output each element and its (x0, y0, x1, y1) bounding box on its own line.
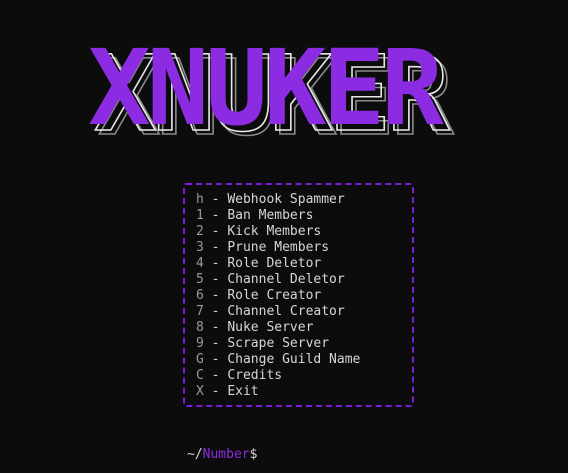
menu-item[interactable]: 5 - Channel Deletor (196, 272, 360, 288)
menu-item-key: h (196, 192, 204, 207)
menu-item[interactable]: 4 - Role Deletor (196, 256, 360, 272)
menu-item-label: Scrape Server (227, 336, 330, 351)
menu-item-label: Role Creator (227, 288, 322, 303)
logo-graphic: XNUKER XNUKER XNUKER (88, 40, 459, 140)
menu-item-label: Role Deletor (227, 256, 322, 271)
menu-item-label: Channel Creator (227, 304, 345, 319)
menu-item-key: 5 (196, 272, 204, 287)
menu-item-separator: - (203, 336, 228, 351)
menu-item[interactable]: 9 - Scrape Server (196, 336, 360, 352)
menu-item-key: 3 (196, 240, 204, 255)
menu-item[interactable]: 8 - Nuke Server (196, 320, 360, 336)
command-prompt[interactable]: ~/Number$ (187, 447, 257, 463)
prompt-suffix: $ (249, 447, 258, 462)
menu-item[interactable]: h - Webhook Spammer (196, 192, 360, 208)
menu-item-label: Webhook Spammer (227, 192, 345, 207)
menu-item[interactable]: 3 - Prune Members (196, 240, 360, 256)
menu-item[interactable]: 1 - Ban Members (196, 208, 360, 224)
menu-item-separator: - (203, 256, 228, 271)
menu-item-separator: - (203, 272, 228, 287)
prompt-word: Number (202, 447, 250, 462)
menu-item-key: 8 (196, 320, 204, 335)
menu-item-key: C (196, 368, 204, 383)
menu-item-label: Ban Members (227, 208, 314, 223)
menu-list: h - Webhook Spammer 1 - Ban Members 2 - Ki… (196, 192, 360, 400)
menu-item-key: 4 (196, 256, 204, 271)
menu-item-label: Nuke Server (227, 320, 314, 335)
menu-item-separator: - (203, 320, 228, 335)
menu-item-key: 2 (196, 224, 204, 239)
menu-item-label: Exit (227, 384, 259, 399)
logo-text: XNUKER (88, 40, 444, 140)
menu-item[interactable]: C - Credits (196, 368, 360, 384)
menu-item-separator: - (203, 352, 228, 367)
menu-item-label: Kick Members (227, 224, 322, 239)
menu-item-key: 6 (196, 288, 204, 303)
menu-item[interactable]: 6 - Role Creator (196, 288, 360, 304)
prompt-prefix: ~/ (187, 447, 203, 462)
menu-item[interactable]: 2 - Kick Members (196, 224, 360, 240)
menu-item-separator: - (203, 224, 228, 239)
menu-item-separator: - (203, 192, 228, 207)
menu-item[interactable]: G - Change Guild Name (196, 352, 360, 368)
menu-item-label: Credits (227, 368, 283, 383)
menu-item-separator: - (203, 384, 228, 399)
menu-item-separator: - (203, 208, 228, 223)
menu-item-key: G (196, 352, 204, 367)
menu-item-label: Channel Deletor (227, 272, 345, 287)
app-logo: XNUKER XNUKER XNUKER (84, 40, 504, 140)
menu-item[interactable]: 7 - Channel Creator (196, 304, 360, 320)
menu-item-key: 1 (196, 208, 204, 223)
menu-item-key: 9 (196, 336, 204, 351)
menu-item-separator: - (203, 240, 228, 255)
menu-item-key: X (196, 384, 204, 399)
menu-item-label: Prune Members (227, 240, 330, 255)
menu-item-separator: - (203, 368, 228, 383)
menu-item[interactable]: X - Exit (196, 384, 360, 400)
menu-item-label: Change Guild Name (227, 352, 361, 367)
menu-item-separator: - (203, 304, 228, 319)
menu-item-separator: - (203, 288, 228, 303)
menu-item-key: 7 (196, 304, 204, 319)
